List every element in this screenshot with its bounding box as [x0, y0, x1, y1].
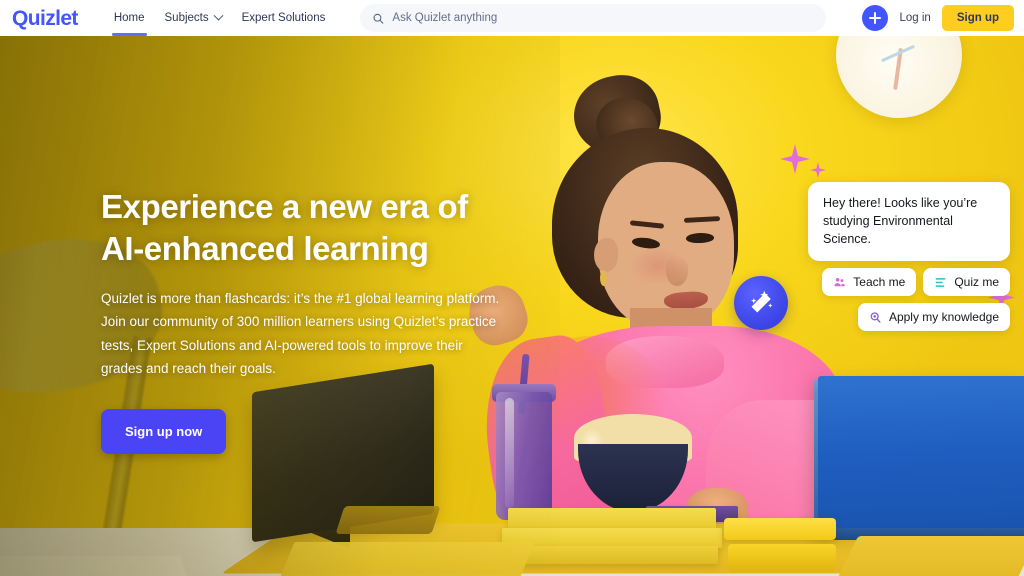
nose [666, 256, 688, 286]
sparkle-top-large-icon [780, 144, 810, 174]
quiz-list-icon [935, 277, 946, 287]
nav-link-subjects[interactable]: Subjects [155, 0, 232, 36]
search-icon [373, 13, 384, 24]
chip-apply-my-knowledge-label: Apply my knowledge [888, 310, 999, 324]
quizlet-homepage: Quizlet Home Subjects Expert Solutions L… [0, 0, 1024, 576]
primary-nav: Home Subjects Expert Solutions [104, 0, 336, 36]
nav-link-home[interactable]: Home [104, 0, 155, 36]
hero-copy: Experience a new era of AI-enhanced lear… [101, 186, 521, 455]
nav-link-expert-solutions[interactable]: Expert Solutions [232, 0, 336, 36]
chip-apply-my-knowledge[interactable]: Apply my knowledge [857, 303, 1010, 331]
yellow-paper-right [833, 536, 1024, 576]
signup-button[interactable]: Sign up [941, 5, 1014, 31]
hero-headline-line1: Experience a new era of [101, 188, 468, 225]
chip-quiz-me-label: Quiz me [954, 275, 999, 289]
magnifier-icon [870, 311, 881, 323]
nav-link-expert-solutions-label: Expert Solutions [241, 12, 326, 24]
plus-icon[interactable] [862, 5, 889, 31]
chip-teach-me[interactable]: Teach me [822, 268, 917, 296]
nav-right-actions: Log in Sign up [862, 0, 1014, 36]
chip-quiz-me[interactable]: Quiz me [923, 268, 1010, 296]
teach-people-icon [834, 277, 846, 286]
nav-link-home-label: Home [113, 12, 145, 24]
top-navigation-bar: Quizlet Home Subjects Expert Solutions L… [0, 0, 1024, 36]
stapler-base [728, 544, 836, 572]
magic-wand-icon[interactable] [734, 276, 788, 330]
nav-link-subjects-label: Subjects [164, 12, 209, 24]
earring [600, 270, 607, 286]
search-input[interactable] [392, 12, 814, 24]
hero-subcopy: Quizlet is more than flashcards: it’s th… [101, 291, 500, 376]
login-link[interactable]: Log in [899, 12, 930, 24]
assistant-message-text: Hey there! Looks like you’re studying En… [823, 196, 978, 246]
assistant-chip-row-1: Teach me Quiz me [822, 268, 1010, 296]
assistant-chip-row-2: Apply my knowledge [857, 303, 1010, 331]
chevron-down-icon [213, 10, 224, 21]
magic-wand-glyph [751, 290, 773, 313]
assistant-message-bubble: Hey there! Looks like you’re studying En… [808, 182, 1010, 262]
quizlet-logo[interactable]: Quizlet [12, 8, 78, 29]
hero-headline-line2: AI-enhanced learning [101, 229, 429, 267]
stapler-top [724, 518, 836, 540]
hero-headline: Experience a new era of AI-enhanced lear… [101, 186, 521, 269]
hero-section: Experience a new era of AI-enhanced lear… [0, 36, 1024, 576]
sparkle-top-small-icon [810, 162, 826, 178]
chip-teach-me-label: Teach me [853, 275, 906, 289]
signup-now-button[interactable]: Sign up now [101, 409, 227, 455]
ear [594, 238, 618, 272]
search-bar[interactable] [360, 4, 826, 32]
blue-laptop [818, 376, 1024, 534]
